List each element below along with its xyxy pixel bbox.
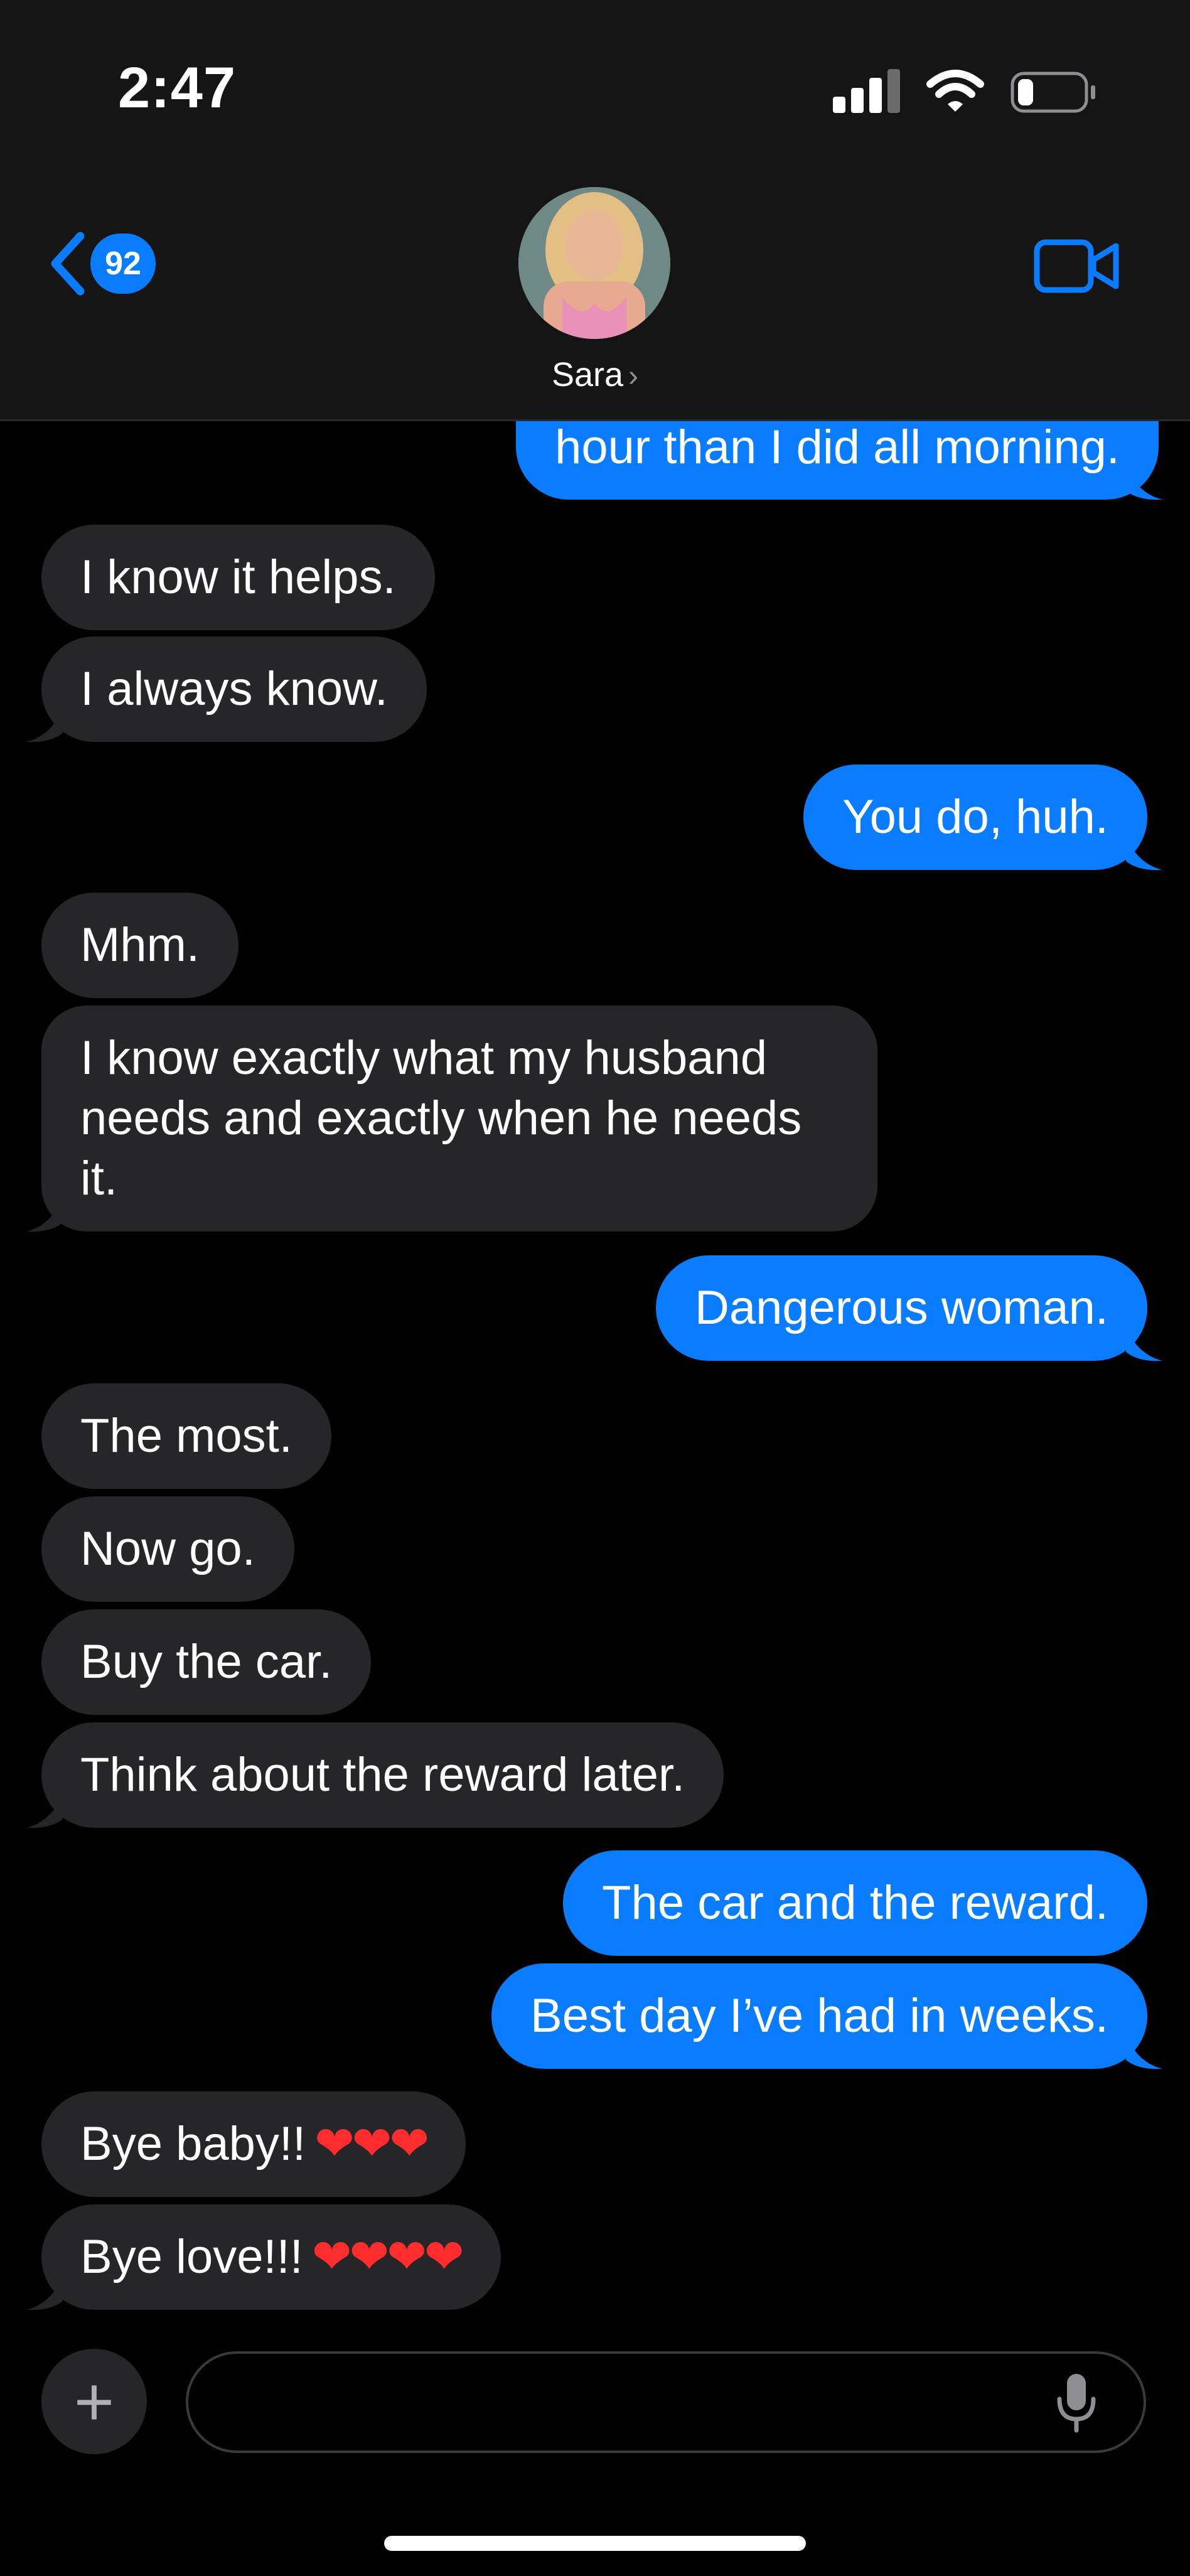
back-button[interactable]: 92 — [48, 226, 156, 301]
bubble-tail-outgoing — [1126, 2035, 1162, 2069]
battery-icon — [1010, 72, 1095, 113]
chevron-left-icon — [51, 232, 85, 296]
bubble-tail-incoming — [26, 1198, 63, 1232]
microphone-icon — [1057, 2374, 1096, 2433]
bubble-tail-incoming — [26, 2276, 63, 2310]
status-icons — [833, 63, 1096, 113]
message-text: Now go. — [80, 1522, 255, 1575]
cellular-signal-icon — [833, 68, 900, 113]
plus-icon: + — [73, 2363, 115, 2440]
bubble-tail-outgoing — [1126, 836, 1162, 871]
contact-name-button[interactable]: Sara › — [0, 355, 1190, 394]
message-text: The most. — [80, 1409, 292, 1462]
message-text: I always know. — [80, 662, 388, 716]
message-text: Dangerous woman. — [694, 1281, 1108, 1334]
message-text: Mhm. — [80, 918, 200, 972]
message-bubble-incoming[interactable]: Think about the reward later. — [41, 1722, 724, 1828]
message-bubble-outgoing[interactable]: The car and the reward. — [563, 1850, 1147, 1956]
heart-emoji-icon: ❤❤❤ — [314, 2117, 429, 2171]
conversation-header: 2:47 92 Sara › — [0, 0, 1190, 421]
message-text: Bye love!!! — [80, 2230, 303, 2284]
message-text: Think about the reward later. — [80, 1748, 685, 1801]
message-text: I know exactly what my husband needs and… — [80, 1031, 802, 1205]
wifi-icon — [926, 70, 984, 112]
message-bubble-incoming[interactable]: I know exactly what my husband needs and… — [41, 1006, 877, 1232]
video-call-button[interactable] — [1033, 236, 1121, 296]
message-input[interactable] — [186, 2351, 1146, 2453]
message-bubble-incoming[interactable]: I always know. — [41, 636, 427, 742]
message-bubble-outgoing[interactable]: Dangerous woman. — [655, 1255, 1147, 1361]
message-bubble-outgoing[interactable]: You do, huh. — [803, 765, 1147, 870]
unread-count-badge: 92 — [90, 233, 156, 294]
contact-name: Sara — [551, 356, 624, 394]
message-text: I know it helps. — [80, 550, 396, 604]
message-bubble-incoming[interactable]: Now go. — [41, 1496, 294, 1602]
message-text: You do, huh. — [842, 790, 1108, 844]
message-text: The car and the reward. — [602, 1876, 1108, 1929]
bubble-tail-outgoing — [1126, 466, 1162, 500]
bubble-tail-incoming — [26, 708, 63, 743]
add-attachment-button[interactable]: + — [41, 2349, 147, 2454]
message-bubble-outgoing[interactable]: Best day I’ve had in weeks. — [491, 1963, 1147, 2069]
message-bubble-incoming[interactable]: The most. — [41, 1383, 331, 1489]
heart-emoji-icon: ❤❤❤❤ — [311, 2230, 464, 2284]
bubble-tail-incoming — [26, 1794, 63, 1828]
chevron-right-icon: › — [628, 360, 639, 393]
message-text: hour than I did all morning. — [555, 421, 1120, 474]
avatar-photo — [518, 187, 670, 339]
message-bubble-incoming[interactable]: Bye love!!! ❤❤❤❤ — [41, 2204, 501, 2310]
message-bubble-incoming[interactable]: Mhm. — [41, 893, 239, 998]
message-bubble-incoming[interactable]: Bye baby!! ❤❤❤ — [41, 2091, 466, 2197]
message-text: Best day I’ve had in weeks. — [530, 1989, 1108, 2042]
message-bubble-incoming[interactable]: Buy the car. — [41, 1609, 372, 1715]
message-text: Buy the car. — [80, 1635, 333, 1688]
message-bubble-incoming[interactable]: I know it helps. — [41, 525, 435, 630]
contact-avatar[interactable] — [518, 187, 670, 339]
home-indicator[interactable] — [384, 2536, 806, 2551]
microphone-button[interactable] — [1054, 2371, 1098, 2434]
video-camera-icon — [1034, 239, 1119, 293]
message-text: Bye baby!! — [80, 2117, 306, 2171]
bubble-tail-outgoing — [1126, 1327, 1162, 1361]
status-time: 2:47 — [118, 56, 237, 120]
